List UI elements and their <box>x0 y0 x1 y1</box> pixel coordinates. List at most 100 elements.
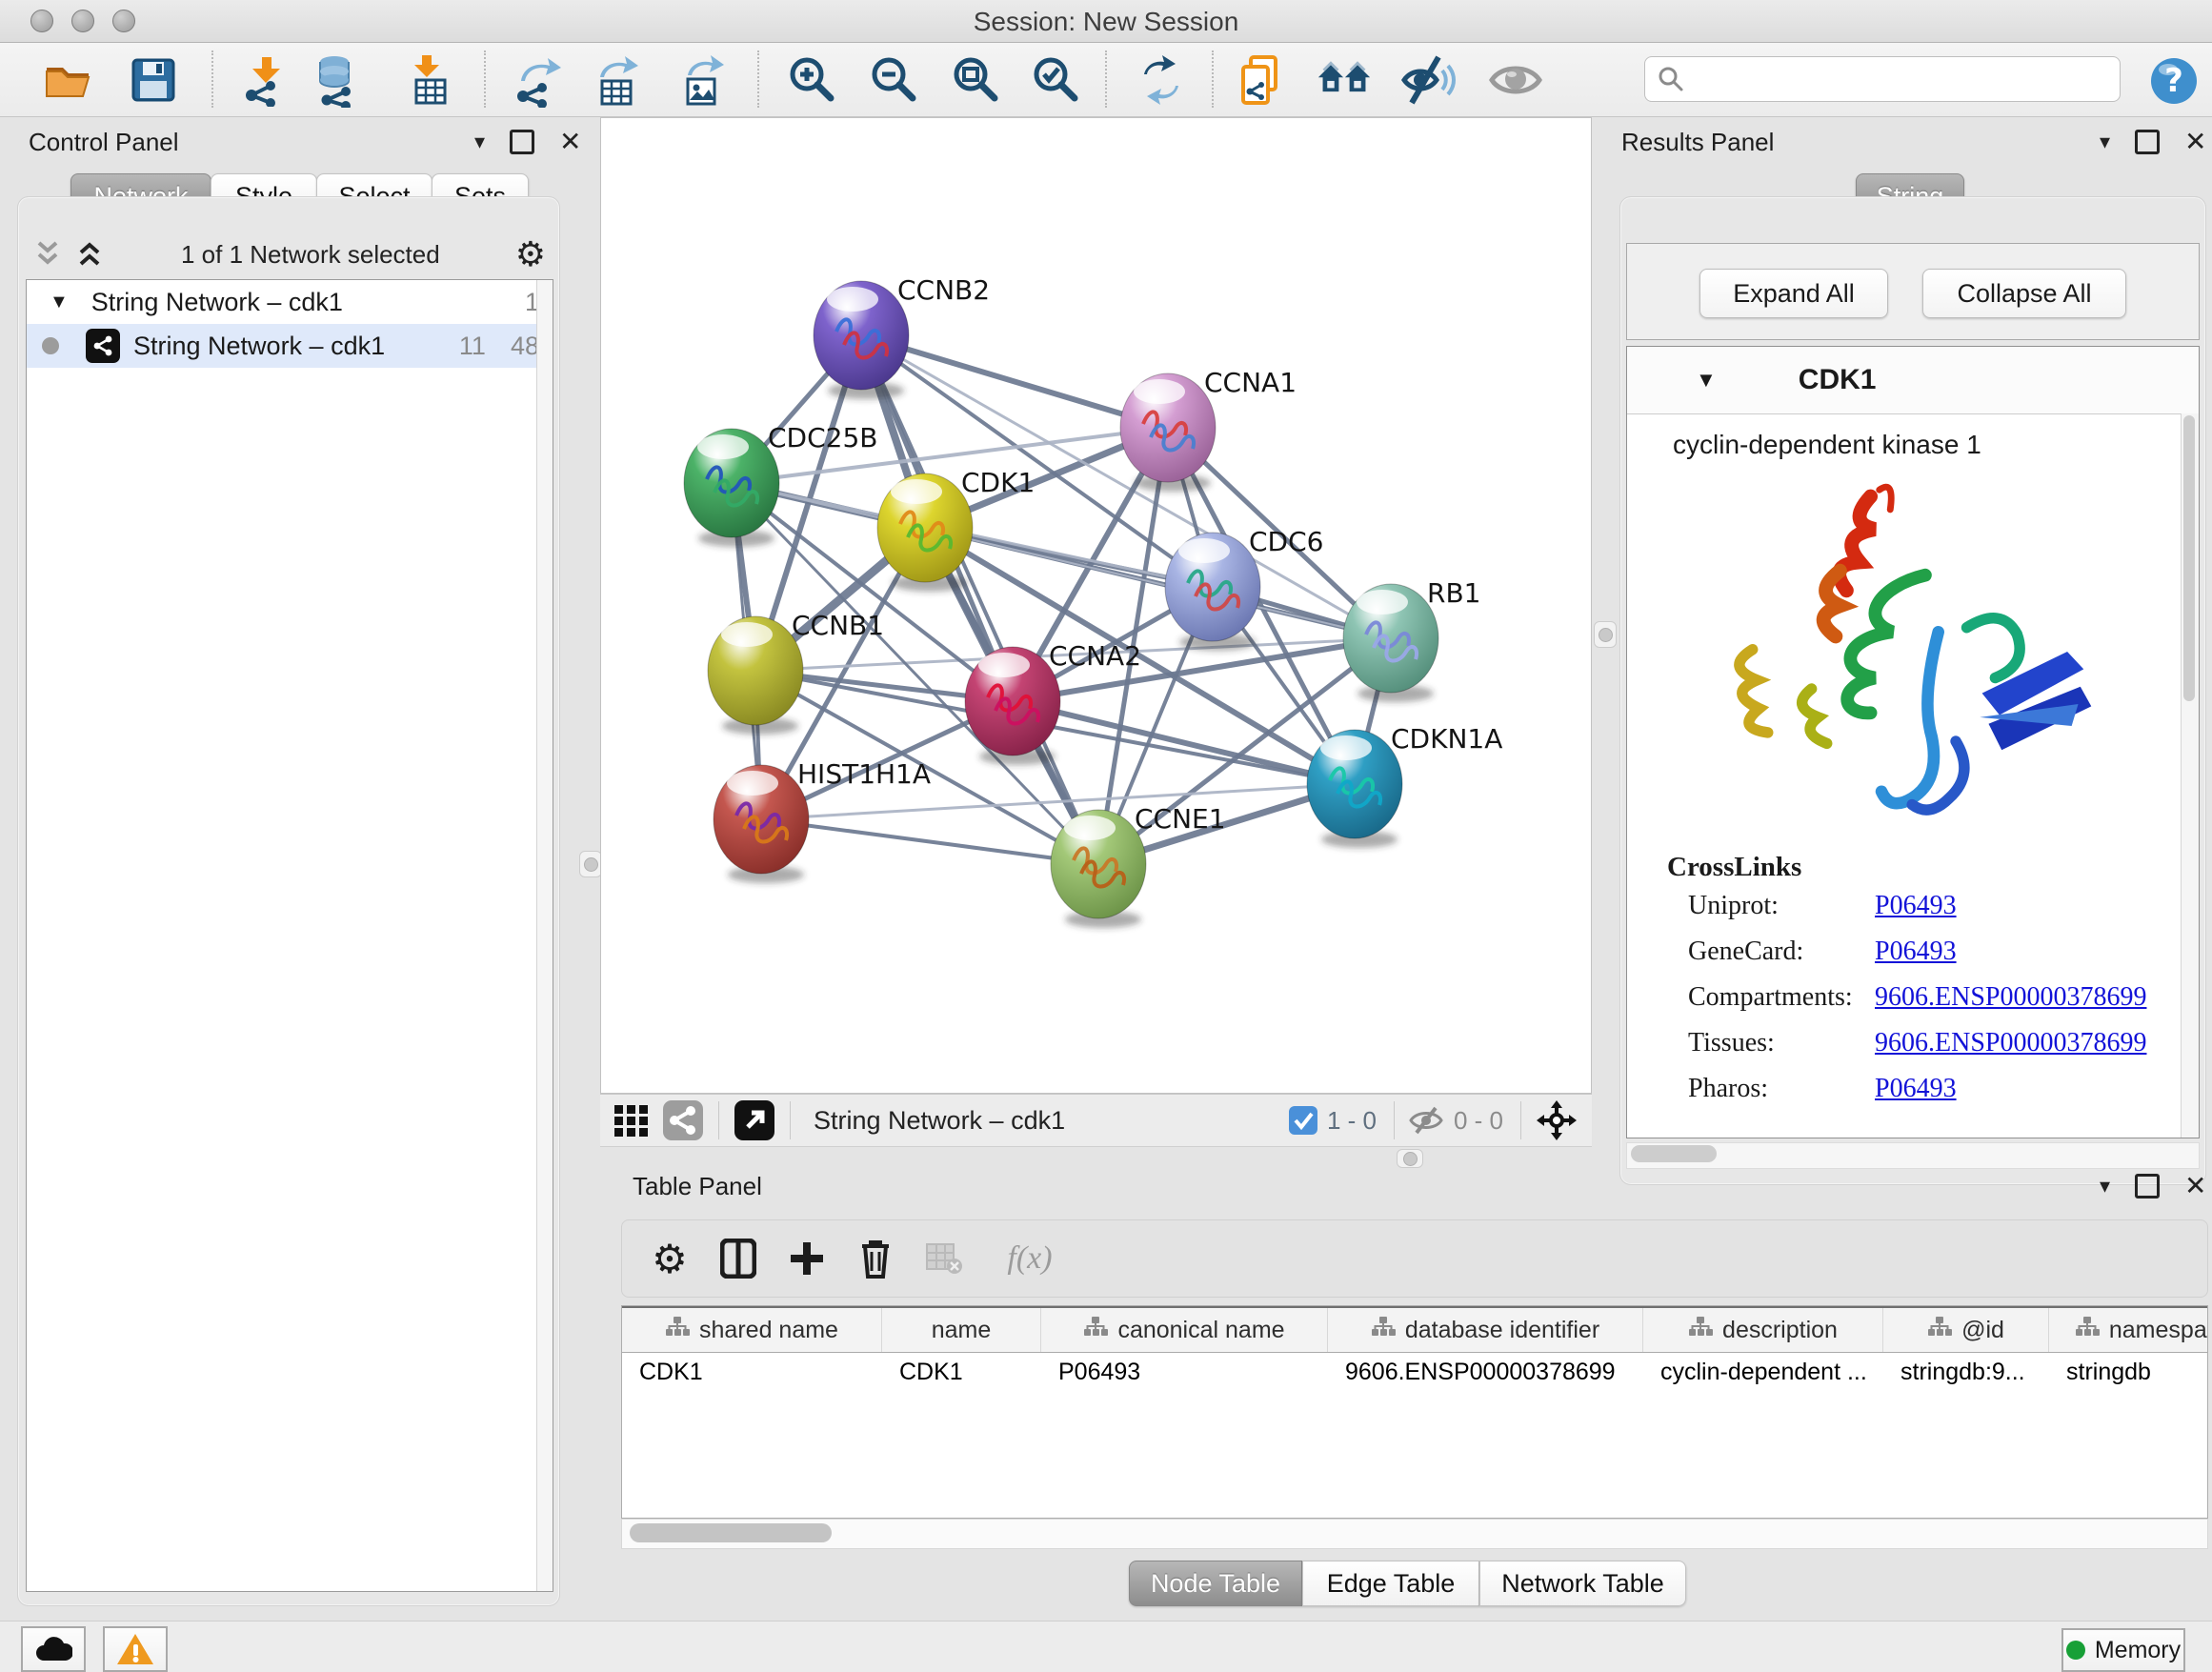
network-canvas[interactable]: CCNB2CCNA1CDC25BCDK1CDC6RB1CCNB1CCNA2CDK… <box>600 117 1592 1094</box>
table-settings-gear-icon[interactable]: ⚙ <box>649 1238 691 1279</box>
column-header-canonical-name[interactable]: canonical name <box>1041 1308 1328 1352</box>
crosslink-value[interactable]: P06493 <box>1875 891 1957 937</box>
crosslink-value[interactable]: P06493 <box>1875 937 1957 982</box>
network-node-CDK1[interactable]: CDK1 <box>877 467 1035 592</box>
maximize-panel-icon[interactable] <box>2135 130 2160 154</box>
show-columns-icon[interactable] <box>717 1238 759 1279</box>
delete-column-icon[interactable] <box>855 1238 896 1279</box>
pan-crosshair-icon[interactable] <box>1535 1098 1579 1142</box>
float-panel-icon[interactable]: ▾ <box>2100 130 2110 154</box>
column-header-namespace[interactable]: namespace <box>2049 1308 2208 1352</box>
crosslink-value[interactable]: 9606.ENSP00000378699 <box>1875 1028 2146 1074</box>
table-row[interactable]: CDK1CDK1P064939606.ENSP00000378699cyclin… <box>622 1353 2207 1391</box>
function-builder-icon: f(x) <box>992 1238 1068 1279</box>
results-scrollbar[interactable] <box>2181 413 2199 1138</box>
first-neighbors-icon[interactable] <box>1317 52 1372 108</box>
toolbar-separator <box>211 50 213 108</box>
node-label-CCNB1: CCNB1 <box>792 610 884 641</box>
network-edge-CCNE1-HIST1H1A[interactable] <box>761 819 1098 864</box>
section-collapse-icon[interactable]: ▼ <box>1696 368 1717 393</box>
export-table-icon[interactable] <box>589 52 644 108</box>
tab-node-table[interactable]: Node Table <box>1129 1561 1302 1606</box>
table-cell[interactable]: stringdb:9... <box>1883 1353 2049 1391</box>
collapse-all-button[interactable]: Collapse All <box>1922 269 2126 318</box>
table-cell[interactable]: stringdb <box>2049 1353 2208 1391</box>
close-panel-icon[interactable]: ✕ <box>2184 126 2206 157</box>
column-header-description[interactable]: description <box>1643 1308 1883 1352</box>
table-cell[interactable]: CDK1 <box>622 1353 882 1391</box>
create-column-icon[interactable] <box>786 1238 828 1279</box>
expand-all-icon[interactable] <box>73 239 106 270</box>
table-cell[interactable]: P06493 <box>1041 1353 1328 1391</box>
network-node-RB1[interactable]: RB1 <box>1343 577 1480 702</box>
network-node-CCNB1[interactable]: CCNB1 <box>708 610 884 735</box>
node-section-header[interactable]: ▼ CDK1 <box>1627 347 2199 414</box>
window-title: Session: New Session <box>0 7 2212 37</box>
network-edge-count: 48 <box>511 332 539 361</box>
float-panel-icon[interactable]: ▾ <box>474 130 485 154</box>
apply-layout-icon[interactable] <box>1134 52 1189 108</box>
table-cell[interactable]: 9606.ENSP00000378699 <box>1328 1353 1643 1391</box>
network-options-gear-icon[interactable]: ⚙ <box>515 234 546 274</box>
selected-counts: 1 - 0 <box>1327 1106 1377 1136</box>
memory-button[interactable]: Memory <box>2061 1628 2185 1672</box>
import-table-icon[interactable] <box>400 52 455 108</box>
export-image-icon[interactable] <box>674 52 730 108</box>
table-panel-title: Table Panel <box>633 1172 762 1201</box>
maximize-panel-icon[interactable] <box>2135 1174 2160 1199</box>
network-node-CCNA1[interactable]: CCNA1 <box>1120 367 1297 492</box>
column-header-name[interactable]: name <box>882 1308 1041 1352</box>
table-cell[interactable]: cyclin-dependent ... <box>1643 1353 1883 1391</box>
network-list-scrollbar[interactable] <box>536 280 553 1591</box>
network-type-badge-icon[interactable] <box>661 1099 705 1141</box>
zoom-out-icon[interactable] <box>867 52 922 108</box>
splitter-handle[interactable] <box>579 851 602 877</box>
zoom-in-icon[interactable] <box>785 52 840 108</box>
search-input[interactable] <box>1685 64 2089 95</box>
expand-all-button[interactable]: Expand All <box>1699 269 1888 318</box>
network-node-CCNB2[interactable]: CCNB2 <box>814 274 990 399</box>
zoom-fit-icon[interactable] <box>949 52 1004 108</box>
maximize-panel-icon[interactable] <box>510 130 534 154</box>
close-panel-icon[interactable]: ✕ <box>2184 1170 2206 1201</box>
selected-checkbox-icon[interactable] <box>1289 1106 1317 1135</box>
table-cell[interactable]: CDK1 <box>882 1353 1041 1391</box>
hide-selected-icon[interactable] <box>1400 52 1456 108</box>
collapse-all-icon[interactable] <box>31 239 64 270</box>
tree-expander-icon[interactable]: ▼ <box>50 292 69 313</box>
import-network-file-icon[interactable] <box>236 52 292 108</box>
import-network-database-icon[interactable] <box>310 52 365 108</box>
table-hscrollbar[interactable] <box>621 1519 2208 1549</box>
clone-network-icon[interactable] <box>1235 52 1290 108</box>
network-node-CDC25B[interactable]: CDC25B <box>684 422 878 547</box>
network-node-HIST1H1A[interactable]: HIST1H1A <box>714 758 931 883</box>
zoom-selected-icon[interactable] <box>1029 52 1084 108</box>
cloud-status-button[interactable] <box>21 1626 86 1672</box>
results-panel: Results Panel ▾ ✕ String Expand All Coll… <box>1612 120 2212 1193</box>
column-header-database-identifier[interactable]: database identifier <box>1328 1308 1643 1352</box>
window-titlebar: Session: New Session <box>0 0 2212 43</box>
birdseye-grid-icon[interactable] <box>610 1099 654 1141</box>
open-session-icon[interactable] <box>40 52 95 108</box>
column-header--id[interactable]: @id <box>1883 1308 2049 1352</box>
float-panel-icon[interactable]: ▾ <box>2100 1174 2110 1199</box>
warnings-button[interactable] <box>103 1626 168 1672</box>
network-node-CCNE1[interactable]: CCNE1 <box>1051 803 1226 928</box>
close-panel-icon[interactable]: ✕ <box>559 126 581 157</box>
crosslink-value[interactable]: P06493 <box>1875 1074 1957 1119</box>
network-node-CDKN1A[interactable]: CDKN1A <box>1307 723 1502 848</box>
show-graphics-details-icon[interactable] <box>1488 52 1543 108</box>
hidden-eye-icon[interactable] <box>1408 1105 1444 1136</box>
crosslink-value[interactable]: 9606.ENSP00000378699 <box>1875 982 2146 1028</box>
network-node-count: 11 <box>459 332 486 361</box>
network-collection-row[interactable]: ▼ String Network – cdk1 1 <box>27 280 553 324</box>
tab-network-table[interactable]: Network Table <box>1479 1561 1686 1606</box>
column-header-shared-name[interactable]: shared name <box>622 1308 882 1352</box>
help-icon[interactable]: ? <box>2149 56 2199 111</box>
save-session-icon[interactable] <box>126 52 181 108</box>
open-in-window-icon[interactable] <box>733 1099 776 1141</box>
tab-edge-table[interactable]: Edge Table <box>1302 1561 1479 1606</box>
network-row-selected[interactable]: String Network – cdk1 11 48 <box>27 324 553 368</box>
string-results-container: Expand All Collapse All ▼ CDK1 cyclin-de… <box>1619 196 2206 1185</box>
export-network-icon[interactable] <box>510 52 565 108</box>
